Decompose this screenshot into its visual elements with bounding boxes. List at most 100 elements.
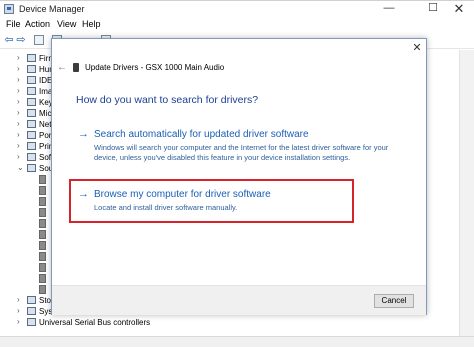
device-category-icon xyxy=(27,65,36,73)
arrow-right-icon: → xyxy=(78,188,89,200)
audio-device-icon xyxy=(39,263,46,272)
tree-item[interactable]: › Por xyxy=(0,130,52,141)
tree-child[interactable] xyxy=(0,240,52,251)
tree-child[interactable] xyxy=(0,218,52,229)
device-category-icon xyxy=(27,131,36,139)
tree-item[interactable]: › Keyl xyxy=(0,97,55,108)
tree-child[interactable] xyxy=(0,284,52,295)
tree-item-label: Sto xyxy=(39,296,52,305)
search-automatically-option[interactable]: → Search automatically for updated drive… xyxy=(76,128,406,178)
audio-device-icon xyxy=(39,219,46,228)
tree-child[interactable] xyxy=(0,207,52,218)
device-category-icon xyxy=(27,307,36,315)
chevron-right-icon[interactable]: › xyxy=(17,64,20,73)
properties-icon[interactable] xyxy=(34,35,44,45)
tree-item[interactable]: › Sto xyxy=(0,295,52,306)
tree-child[interactable] xyxy=(0,229,52,240)
chevron-right-icon[interactable]: › xyxy=(17,295,20,304)
tree-child[interactable] xyxy=(0,262,52,273)
device-tree: › Firm › Hum › IDE › Imag › Keyl › Mic ›… xyxy=(0,50,150,347)
update-drivers-dialog: ✕ ← Update Drivers - GSX 1000 Main Audio… xyxy=(51,38,427,315)
device-manager-icon xyxy=(4,4,14,14)
tree-child[interactable] xyxy=(0,185,52,196)
cancel-button[interactable]: Cancel xyxy=(374,294,414,308)
chevron-right-icon[interactable]: › xyxy=(17,119,20,128)
chevron-right-icon[interactable]: › xyxy=(17,75,20,84)
tree-child[interactable] xyxy=(0,174,52,185)
dialog-footer: Cancel xyxy=(52,285,426,315)
option-description: Windows will search your computer and th… xyxy=(94,143,389,162)
tree-item-label: Universal Serial Bus controllers xyxy=(39,318,151,327)
chevron-right-icon[interactable]: › xyxy=(17,317,20,326)
tree-item[interactable]: › Imag xyxy=(0,86,57,97)
back-arrow-icon[interactable]: ⇦ xyxy=(3,34,15,46)
chevron-right-icon[interactable]: › xyxy=(17,306,20,315)
chevron-right-icon[interactable]: › xyxy=(17,152,20,161)
menu-help[interactable]: Help xyxy=(82,19,101,29)
menu-action[interactable]: Action xyxy=(25,19,50,29)
tree-item[interactable]: › Soft xyxy=(0,152,53,163)
tree-item-label: Por xyxy=(39,131,52,140)
menu-bar: File Action View Help xyxy=(0,17,474,31)
tree-item[interactable]: › Firm xyxy=(0,53,55,64)
title-bar: Device Manager — ☐ ✕ xyxy=(0,1,474,17)
menu-view[interactable]: View xyxy=(57,19,76,29)
option-description: Locate and install driver software manua… xyxy=(94,203,238,212)
device-category-icon xyxy=(27,153,36,161)
arrow-right-icon: → xyxy=(78,128,89,140)
forward-arrow-icon[interactable]: ⇨ xyxy=(15,34,27,46)
window-title: Device Manager xyxy=(19,4,85,14)
tree-item[interactable]: › Hum xyxy=(0,64,56,75)
tree-item[interactable]: › Sys xyxy=(0,306,52,317)
audio-device-icon xyxy=(39,230,46,239)
device-category-icon xyxy=(27,54,36,62)
device-category-icon xyxy=(27,296,36,304)
audio-device-icon xyxy=(39,175,46,184)
minimize-button[interactable]: — xyxy=(376,1,402,17)
tree-child[interactable] xyxy=(0,251,52,262)
audio-device-icon xyxy=(39,274,46,283)
device-category-icon xyxy=(27,87,36,95)
usb-controller-icon xyxy=(27,318,36,326)
device-category-icon xyxy=(27,142,36,150)
back-arrow-icon[interactable]: ← xyxy=(57,62,67,73)
tree-child[interactable] xyxy=(0,196,52,207)
close-button[interactable]: ✕ xyxy=(446,1,472,17)
tree-item[interactable]: › Net xyxy=(0,119,52,130)
audio-device-icon xyxy=(39,241,46,250)
device-category-icon xyxy=(27,109,36,117)
chevron-right-icon[interactable]: › xyxy=(17,97,20,106)
chevron-right-icon[interactable]: › xyxy=(17,86,20,95)
option-title: Browse my computer for driver software xyxy=(94,189,271,200)
browse-computer-option[interactable]: → Browse my computer for driver software… xyxy=(76,188,406,218)
maximize-button[interactable]: ☐ xyxy=(420,1,446,17)
audio-device-icon xyxy=(39,186,46,195)
audio-device-icon xyxy=(39,208,46,217)
option-title: Search automatically for updated driver … xyxy=(94,129,309,140)
audio-device-icon xyxy=(73,63,79,72)
chevron-right-icon[interactable]: › xyxy=(17,141,20,150)
tree-item-label: Mic xyxy=(39,109,52,118)
tree-child[interactable] xyxy=(0,273,52,284)
menu-file[interactable]: File xyxy=(6,19,21,29)
tree-item[interactable]: › Universal Serial Bus controllers xyxy=(0,317,200,328)
chevron-down-icon[interactable]: ⌄ xyxy=(17,163,24,172)
audio-device-icon xyxy=(39,197,46,206)
chevron-right-icon[interactable]: › xyxy=(17,130,20,139)
dialog-close-button[interactable]: ✕ xyxy=(409,41,425,55)
status-bar xyxy=(0,336,474,347)
audio-device-icon xyxy=(39,252,46,261)
device-category-icon xyxy=(27,98,36,106)
audio-device-icon xyxy=(39,285,46,294)
tree-item[interactable]: ⌄ Sou xyxy=(0,163,53,174)
chevron-right-icon[interactable]: › xyxy=(17,53,20,62)
tree-item-label: Net xyxy=(39,120,52,129)
device-category-icon xyxy=(27,76,36,84)
dialog-title: Update Drivers - GSX 1000 Main Audio xyxy=(85,63,225,72)
tree-item[interactable]: › Mic xyxy=(0,108,52,119)
chevron-right-icon[interactable]: › xyxy=(17,108,20,117)
tree-item[interactable]: › Prin xyxy=(0,141,53,152)
device-category-icon xyxy=(27,120,36,128)
tree-item[interactable]: › IDE xyxy=(0,75,52,86)
vertical-scrollbar[interactable] xyxy=(459,50,474,336)
